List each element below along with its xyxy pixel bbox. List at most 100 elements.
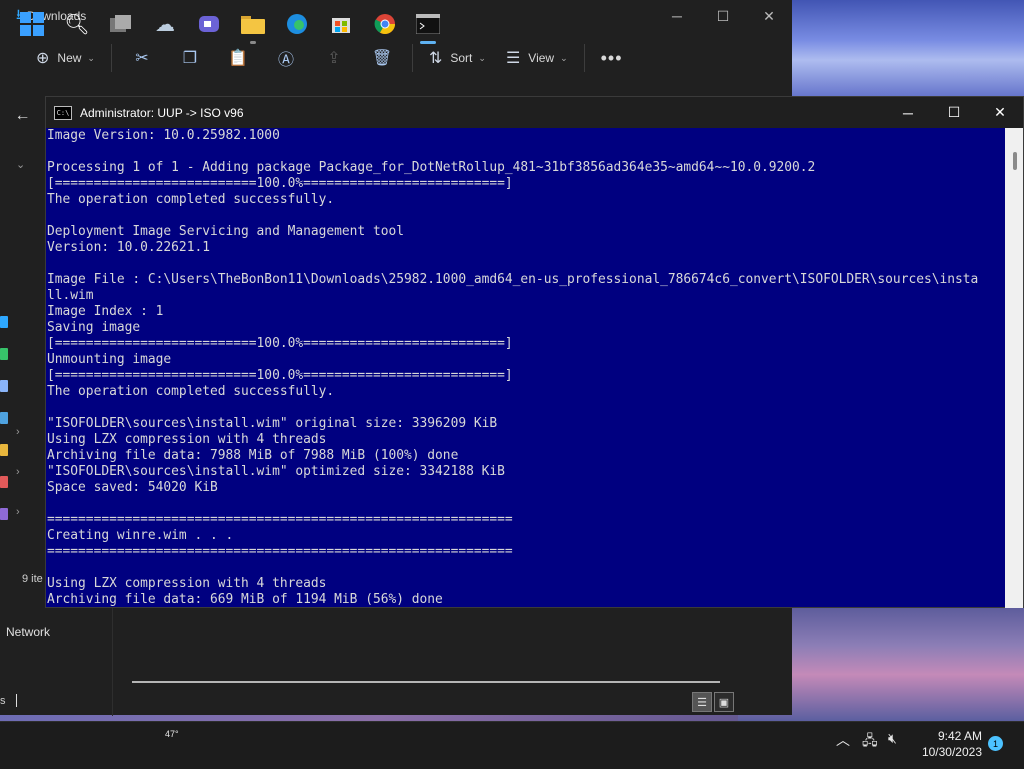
share-button[interactable]: ⇪ xyxy=(310,48,358,68)
windows-start-button[interactable] xyxy=(16,8,48,40)
edge-button[interactable] xyxy=(281,8,313,40)
file-explorer-icon xyxy=(241,16,265,34)
minimize-button[interactable]: ─ xyxy=(885,97,931,128)
videos-icon xyxy=(0,508,8,520)
close-button[interactable]: ✕ xyxy=(977,97,1023,128)
cmd-title-bar[interactable]: C:\ Administrator: UUP -> ISO v96 xyxy=(46,97,1023,128)
search-icon: 🔍︎ xyxy=(64,13,90,36)
view-list-icon: ☰ xyxy=(505,50,521,67)
windows-start-icon xyxy=(20,12,44,36)
console-line: ========================================… xyxy=(47,544,513,559)
delete-button[interactable]: 🗑 xyxy=(358,48,406,68)
network-status-button[interactable]: 🖧 xyxy=(862,730,878,754)
console-line: Archiving file data: 7988 MiB of 7988 Mi… xyxy=(47,448,459,463)
teams-chat-button[interactable] xyxy=(193,8,225,40)
console-line: Deployment Image Servicing and Managemen… xyxy=(47,224,404,239)
sort-button[interactable]: ⇅ Sort ⌄ xyxy=(419,40,496,76)
search-button[interactable]: 🔍︎ xyxy=(61,8,93,40)
copy-icon: ❐ xyxy=(182,50,198,67)
console-line: Using LZX compression with 4 threads xyxy=(47,432,327,447)
downloads-icon xyxy=(0,348,8,360)
clipboard-icon: 📋 xyxy=(228,50,248,67)
console-line: [==========================100.0%=======… xyxy=(47,176,513,191)
status-text: s xyxy=(0,695,6,707)
clock[interactable]: 9:42 AM 10/30/2023 xyxy=(912,728,982,760)
tiles-view-button[interactable]: ▣ xyxy=(714,692,734,712)
chrome-button[interactable] xyxy=(369,8,401,40)
console-line: Archiving file data: 669 MiB of 1194 MiB… xyxy=(47,592,443,607)
details-view-button[interactable]: ☰ xyxy=(692,692,712,712)
chevron-down-icon: ⌄ xyxy=(87,52,95,63)
trash-icon: 🗑 xyxy=(371,50,393,67)
console-line: [==========================100.0%=======… xyxy=(47,336,513,351)
toolbar-divider xyxy=(411,44,413,72)
show-hidden-icons-button[interactable]: ︿ xyxy=(836,730,850,750)
share-icon: ⇪ xyxy=(327,50,341,67)
console-line: Using LZX compression with 4 threads xyxy=(47,576,327,591)
new-button[interactable]: ⊕ New ⌄ xyxy=(26,40,105,76)
cut-button[interactable]: ✂ xyxy=(118,48,166,68)
task-view-button[interactable] xyxy=(105,8,137,40)
chevron-right-icon[interactable]: › xyxy=(16,506,20,518)
music-icon xyxy=(0,476,8,488)
toolbar-divider xyxy=(583,44,585,72)
console-line: Image Index : 1 xyxy=(47,304,164,319)
chevron-down-icon: ⌄ xyxy=(478,52,486,63)
chevron-up-icon: ︿ xyxy=(836,732,850,748)
status-divider xyxy=(16,694,17,707)
close-button[interactable]: ✕ xyxy=(746,0,792,32)
console-line: "ISOFOLDER\sources\install.wim" optimize… xyxy=(47,464,505,479)
ellipsis-icon: ••• xyxy=(600,47,623,68)
arrow-left-icon: ← xyxy=(14,107,31,124)
clock-date: 10/30/2023 xyxy=(921,745,982,759)
minimize-button[interactable]: ─ xyxy=(654,0,700,32)
more-options-button[interactable]: ••• xyxy=(591,40,633,76)
view-toggle: ☰ ▣ xyxy=(692,692,734,712)
toolbar-divider xyxy=(110,44,112,72)
scrollbar-thumb[interactable] xyxy=(1013,152,1017,170)
console-line: Creating winre.wim . . . xyxy=(47,528,234,543)
store-button[interactable] xyxy=(325,8,357,40)
explorer-window-controls: ─ ☐ ✕ xyxy=(654,0,792,32)
explorer-navigation-pane: ⌄ › › › xyxy=(0,136,45,616)
terminal-icon xyxy=(416,14,440,34)
weather-widget[interactable]: ☁ xyxy=(149,8,181,40)
rename-button[interactable]: Ⓐ xyxy=(262,46,310,70)
maximize-button[interactable]: ☐ xyxy=(700,0,746,32)
volume-button[interactable]: 🔇︎ xyxy=(888,730,897,747)
console-line: The operation completed successfully. xyxy=(47,192,335,207)
console-line: The operation completed successfully. xyxy=(47,384,335,399)
console-line: ========================================… xyxy=(47,512,513,527)
paste-button[interactable]: 📋 xyxy=(214,48,262,68)
chevron-right-icon[interactable]: › xyxy=(16,426,20,438)
console-line: "ISOFOLDER\sources\install.wim" original… xyxy=(47,416,498,431)
rename-icon: Ⓐ xyxy=(277,52,294,69)
back-button[interactable]: ← xyxy=(0,96,45,136)
sort-label: Sort xyxy=(450,51,473,65)
chevron-down-icon: ⌄ xyxy=(560,52,568,63)
teams-chat-icon xyxy=(199,16,219,32)
maximize-button[interactable]: ☐ xyxy=(931,97,977,128)
console-line: Version: 10.0.22621.1 xyxy=(47,240,210,255)
plus-circle-icon: ⊕ xyxy=(36,50,50,67)
store-icon xyxy=(332,18,350,33)
edge-icon xyxy=(287,14,307,34)
console-scrollbar[interactable] xyxy=(1005,128,1023,608)
folder-icon xyxy=(0,444,8,456)
notification-badge[interactable]: 1 xyxy=(988,736,1003,751)
chrome-icon xyxy=(374,14,395,34)
item-count: 9 ite xyxy=(22,573,43,585)
view-button[interactable]: ☰ View ⌄ xyxy=(496,40,578,76)
sidebar-item-network[interactable]: Network xyxy=(6,625,50,639)
horizontal-scrollbar[interactable] xyxy=(132,681,720,683)
terminal-button[interactable] xyxy=(412,8,444,44)
chevron-down-icon[interactable]: ⌄ xyxy=(16,158,25,171)
network-icon: 🖧 xyxy=(862,732,878,748)
folder-icon xyxy=(0,316,8,328)
copy-button[interactable]: ❐ xyxy=(166,48,214,68)
file-explorer-button[interactable] xyxy=(237,8,269,44)
chevron-right-icon[interactable]: › xyxy=(16,466,20,478)
